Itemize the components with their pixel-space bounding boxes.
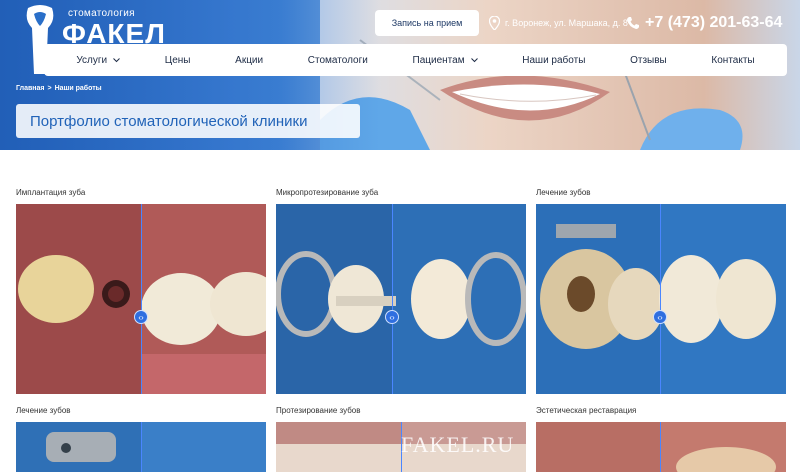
before-after-slider[interactable]: ‹› — [536, 204, 786, 394]
phone-number[interactable]: +7 (473) 201-63-64 — [645, 14, 782, 32]
location-pin-icon — [489, 16, 500, 30]
breadcrumb-separator: > — [47, 85, 52, 92]
nav-item-label: Стоматологи — [307, 54, 368, 66]
slider-handle-icon[interactable]: ‹› — [385, 310, 399, 324]
gallery-card-treatment-1[interactable]: Лечение зубов ‹› — [536, 188, 786, 396]
slider-divider[interactable] — [660, 204, 661, 394]
phone-icon — [627, 17, 639, 29]
nav-item-dentists[interactable]: Стоматологи — [308, 55, 368, 66]
nav-item-label: Услуги — [76, 54, 108, 66]
nav-item-promotions[interactable]: Акции — [235, 55, 263, 66]
main-navigation: Услуги Цены Акции Стоматологи Пациентам … — [44, 44, 787, 76]
nav-item-reviews[interactable]: Отзывы — [630, 55, 667, 66]
nav-item-our-works[interactable]: Наши работы — [522, 55, 585, 66]
slider-handle-icon[interactable]: ‹› — [653, 310, 667, 324]
before-after-slider[interactable] — [536, 422, 786, 472]
before-after-slider[interactable]: ‹› — [276, 204, 526, 394]
gallery-card-microprosthetics[interactable]: Микропротезирование зуба ‹› — [276, 188, 526, 396]
nav-item-label: Акции — [235, 54, 264, 66]
tooth-photo — [536, 422, 786, 472]
gallery-card-implantation[interactable]: Имплантация зуба ‹› — [16, 188, 266, 396]
gallery-card-label: Лечение зубов — [16, 406, 71, 415]
nav-item-label: Отзывы — [630, 54, 667, 66]
appointment-button[interactable]: Запись на прием — [375, 10, 479, 36]
chevron-down-icon — [470, 57, 478, 62]
slider-divider[interactable] — [141, 422, 142, 472]
before-after-slider[interactable] — [16, 422, 266, 472]
slider-handle-icon[interactable]: ‹› — [134, 310, 148, 324]
nav-item-label: Пациентам — [412, 54, 465, 66]
breadcrumb-home-link[interactable]: Главная — [16, 85, 44, 92]
page-title-box: Портфолио стоматологической клиники — [16, 104, 360, 138]
nav-item-label: Наши работы — [522, 54, 586, 66]
before-after-slider[interactable]: FAKEL.RU — [276, 422, 526, 472]
address-text: г. Воронеж, ул. Маршака, д. 8 — [505, 18, 628, 28]
gallery-card-label: Эстетическая реставрация — [536, 406, 637, 415]
before-after-slider[interactable]: ‹› — [16, 204, 266, 394]
tooth-photo — [276, 204, 526, 394]
address: г. Воронеж, ул. Маршака, д. 8 — [489, 13, 628, 33]
breadcrumb: Главная > Наши работы — [16, 85, 105, 92]
slider-divider[interactable] — [392, 204, 393, 394]
gallery-card-label: Лечение зубов — [536, 188, 591, 197]
gallery-card-aesthetic-restoration[interactable]: Эстетическая реставрация — [536, 406, 786, 472]
gallery-card-prosthetics[interactable]: Протезирование зубов FAKEL.RU — [276, 406, 526, 472]
watermark: FAKEL.RU — [401, 432, 515, 457]
slider-divider[interactable] — [660, 422, 661, 472]
gallery-card-treatment-2[interactable]: Лечение зубов — [16, 406, 266, 472]
nav-item-patients[interactable]: Пациентам — [413, 55, 478, 66]
nav-item-prices[interactable]: Цены — [165, 55, 191, 66]
nav-item-contacts[interactable]: Контакты — [711, 55, 754, 66]
nav-item-label: Контакты — [711, 54, 755, 66]
phone[interactable]: +7 (473) 201-63-64 — [626, 10, 782, 36]
tooth-photo — [536, 204, 786, 394]
gallery-card-label: Имплантация зуба — [16, 188, 86, 197]
page-title: Портфолио стоматологической клиники — [30, 112, 308, 130]
gallery-card-label: Протезирование зубов — [276, 406, 361, 415]
breadcrumb-current: Наши работы — [54, 85, 102, 92]
gallery-card-label: Микропротезирование зуба — [276, 188, 379, 197]
slider-divider[interactable] — [141, 204, 142, 394]
nav-item-label: Цены — [164, 54, 191, 66]
nav-item-services[interactable]: Услуги — [76, 55, 120, 66]
chevron-down-icon — [113, 57, 120, 62]
